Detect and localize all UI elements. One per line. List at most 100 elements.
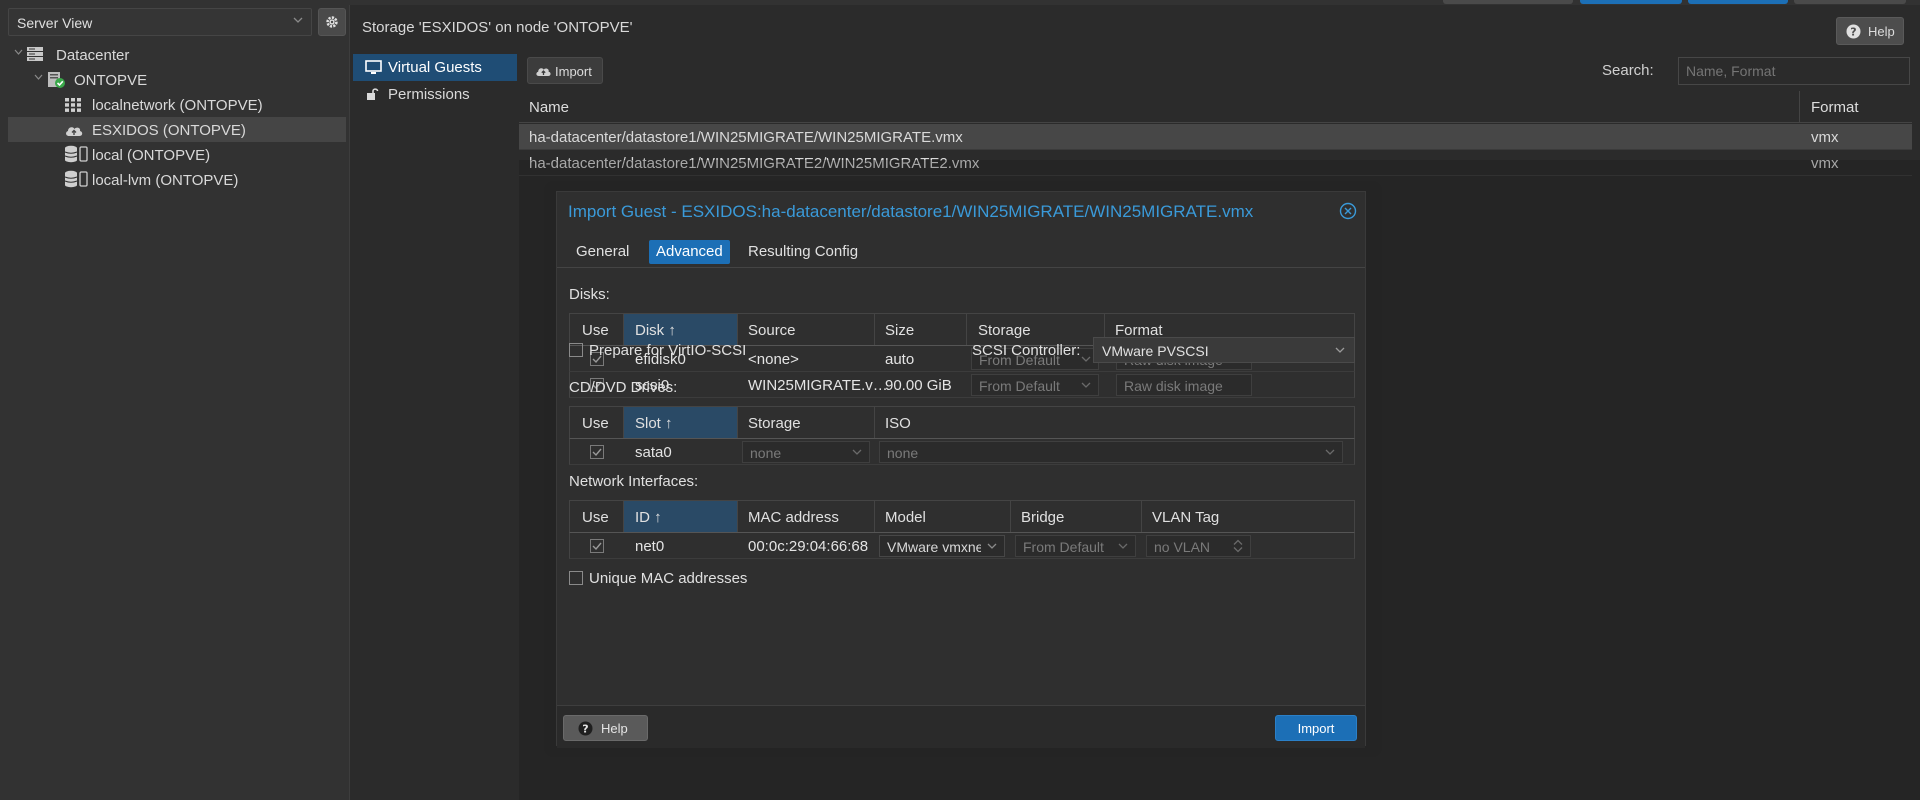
- search-label: Search:: [1602, 62, 1654, 79]
- svg-text:?: ?: [1850, 26, 1856, 39]
- cdrom-grid-header: Use Slot ↑ Storage ISO: [569, 406, 1355, 439]
- storage-combo[interactable]: From Default: [971, 374, 1099, 396]
- format-combo[interactable]: Raw disk image: [1116, 374, 1252, 396]
- column-header-slot[interactable]: Slot ↑: [624, 407, 737, 438]
- column-header-mac[interactable]: MAC address: [748, 501, 839, 532]
- column-separator: [737, 314, 738, 345]
- nav-item-label: Virtual Guests: [388, 59, 482, 76]
- column-header-storage[interactable]: Storage: [748, 407, 801, 438]
- column-header-name[interactable]: Name: [529, 99, 569, 116]
- dialog-import-button[interactable]: Import: [1275, 715, 1357, 741]
- vlan-tag-spinner[interactable]: no VLAN: [1146, 535, 1251, 557]
- collapse-chevron-icon[interactable]: [14, 49, 23, 55]
- cloud-upload-icon: [535, 64, 552, 77]
- tree-item-datacenter[interactable]: Datacenter: [8, 42, 346, 67]
- column-header-use[interactable]: Use: [582, 501, 609, 532]
- column-header-id[interactable]: ID ↑: [624, 501, 737, 532]
- column-separator: [966, 314, 967, 345]
- dialog-help-button[interactable]: ? Help: [563, 715, 648, 741]
- tree-item-label: ONTOPVE: [74, 72, 148, 89]
- column-header-iso[interactable]: ISO: [885, 407, 911, 438]
- column-header-size[interactable]: Size: [885, 314, 914, 345]
- nav-item-label: Permissions: [388, 86, 470, 103]
- network-grid-icon: [64, 97, 82, 113]
- virtio-scsi-label: Prepare for VirtIO-SCSI: [589, 342, 747, 359]
- tree-item-localnetwork[interactable]: localnetwork (ONTOPVE): [8, 92, 346, 117]
- iso-combo[interactable]: none: [879, 441, 1343, 463]
- cdrom-storage-value: none: [750, 445, 782, 461]
- search-input[interactable]: [1678, 57, 1910, 85]
- import-guest-dialog: Import Guest - ESXIDOS:ha-datacenter/dat…: [556, 191, 1366, 748]
- guest-name: ha-datacenter/datastore1/WIN25MIGRATE/WI…: [529, 129, 963, 146]
- server-view-select[interactable]: Server View: [8, 8, 312, 36]
- virtio-scsi-checkbox[interactable]: [569, 343, 583, 357]
- monitor-icon: [365, 60, 382, 75]
- column-header-disk[interactable]: Disk ↑: [624, 314, 737, 345]
- disk-size: auto: [885, 351, 915, 368]
- column-header-format[interactable]: Format: [1811, 99, 1859, 116]
- scsi-controller-select[interactable]: VMware PVSCSI: [1093, 337, 1355, 363]
- tree-item-esxidos[interactable]: ESXIDOS (ONTOPVE): [8, 117, 346, 142]
- disks-section-label: Disks:: [569, 286, 610, 303]
- guest-grid-header: Name Format: [519, 91, 1912, 123]
- column-header-model[interactable]: Model: [885, 501, 926, 532]
- import-button[interactable]: Import: [527, 57, 603, 84]
- vlan-value: no VLAN: [1154, 539, 1211, 555]
- tab-resulting-config[interactable]: Resulting Config: [741, 240, 865, 264]
- tab-advanced[interactable]: Advanced: [649, 240, 730, 264]
- guest-format: vmx: [1811, 129, 1839, 146]
- bridge-combo[interactable]: From Default: [1015, 535, 1136, 557]
- svg-text:?: ?: [582, 723, 588, 736]
- spinner-arrows-icon[interactable]: [1233, 539, 1243, 553]
- column-header-bridge[interactable]: Bridge: [1021, 501, 1064, 532]
- tree-settings-button[interactable]: [318, 8, 346, 36]
- tree-item-label: local-lvm (ONTOPVE): [92, 172, 239, 189]
- nav-permissions[interactable]: Permissions: [353, 81, 517, 108]
- table-row: scsi0 WIN25MIGRATE.v… 90.00 GiB From Def…: [569, 372, 1355, 398]
- unique-mac-checkbox[interactable]: [569, 571, 583, 585]
- top-toolbar-button[interactable]: [1794, 0, 1906, 4]
- server-view-label: Server View: [17, 15, 93, 31]
- dialog-help-label: Help: [601, 721, 628, 736]
- help-button[interactable]: ? Help: [1836, 17, 1904, 45]
- datacenter-icon: [26, 46, 44, 62]
- dialog-footer: ? Help Import: [557, 705, 1365, 748]
- disk-source: WIN25MIGRATE.v…: [748, 377, 888, 394]
- chevron-down-icon: [1325, 449, 1335, 455]
- use-checkbox[interactable]: [590, 539, 604, 553]
- tree-item-node[interactable]: ONTOPVE: [8, 67, 346, 92]
- tree-item-label: Datacenter: [56, 47, 130, 64]
- chevron-down-icon: [293, 17, 303, 23]
- chevron-down-icon: [1118, 543, 1128, 549]
- close-icon[interactable]: [1339, 202, 1357, 220]
- node-online-icon: [46, 71, 66, 89]
- chevron-down-icon: [1081, 356, 1091, 362]
- column-header-use[interactable]: Use: [582, 314, 609, 345]
- column-separator: [874, 407, 875, 438]
- tab-general[interactable]: General: [569, 240, 636, 264]
- bridge-value: From Default: [1023, 539, 1104, 555]
- nav-virtual-guests[interactable]: Virtual Guests: [353, 54, 517, 81]
- question-circle-icon: ?: [578, 721, 593, 736]
- column-header-vlan[interactable]: VLAN Tag: [1152, 501, 1219, 532]
- cloud-storage-icon: [64, 122, 84, 138]
- use-checkbox[interactable]: [590, 445, 604, 459]
- storage-database-icon: [64, 145, 90, 163]
- column-header-use[interactable]: Use: [582, 407, 609, 438]
- top-toolbar-button[interactable]: [1443, 0, 1573, 4]
- top-toolbar-button[interactable]: [1688, 0, 1788, 4]
- iso-value: none: [887, 445, 919, 461]
- tree-item-label: local (ONTOPVE): [92, 147, 211, 164]
- table-row[interactable]: ha-datacenter/datastore1/WIN25MIGRATE/WI…: [519, 124, 1912, 150]
- collapse-chevron-icon[interactable]: [34, 74, 43, 80]
- model-combo[interactable]: VMware vmxnet3: [879, 535, 1005, 557]
- column-header-source[interactable]: Source: [748, 314, 796, 345]
- unlock-icon: [365, 87, 381, 102]
- tree-item-local-lvm[interactable]: local-lvm (ONTOPVE): [8, 167, 346, 192]
- scsi-controller-label: SCSI Controller:: [972, 342, 1081, 359]
- page-title: Storage 'ESXIDOS' on node 'ONTOPVE': [362, 19, 633, 36]
- column-header-storage[interactable]: Storage: [978, 314, 1031, 345]
- tree-item-local[interactable]: local (ONTOPVE): [8, 142, 346, 167]
- cdrom-storage-combo[interactable]: none: [742, 441, 870, 463]
- top-toolbar-button[interactable]: [1580, 0, 1682, 4]
